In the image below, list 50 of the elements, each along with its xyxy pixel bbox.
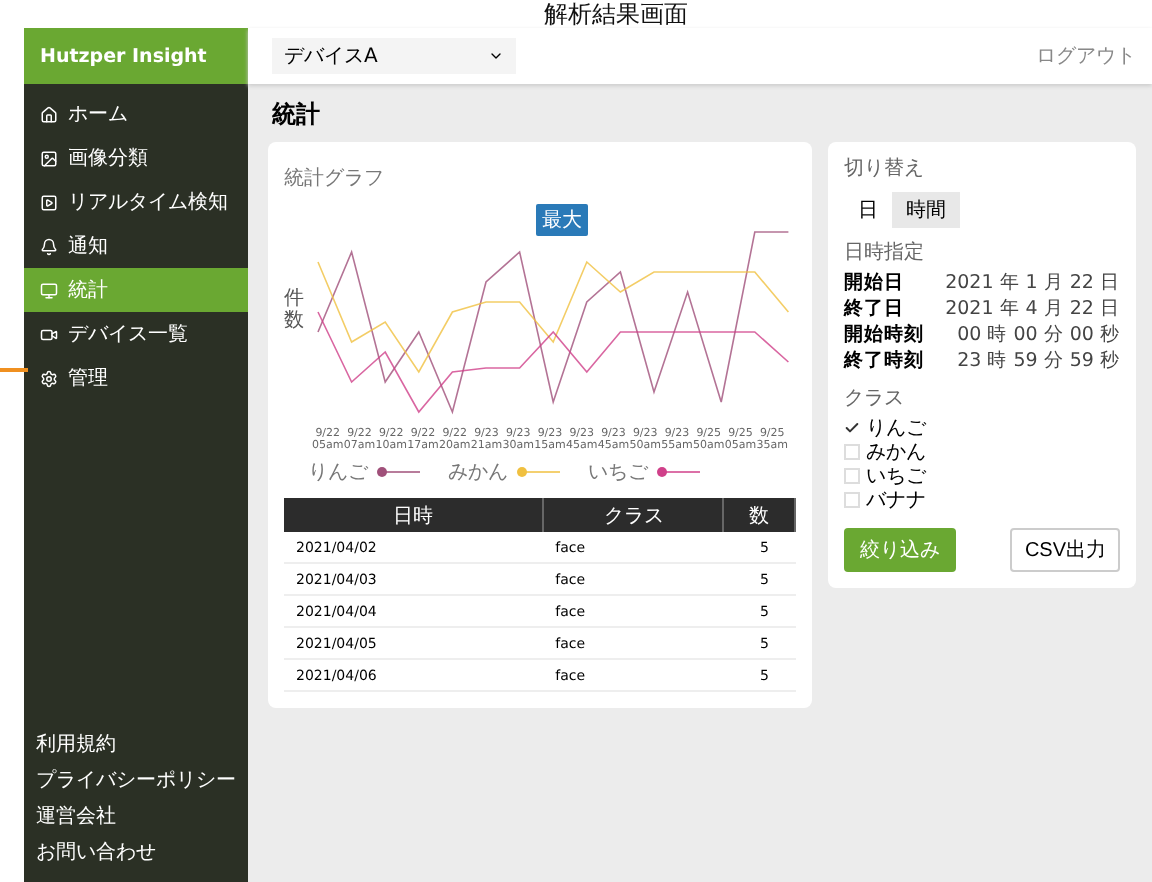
monitor-icon <box>40 281 58 299</box>
home-icon <box>40 105 58 123</box>
field-label: 開始時刻 <box>844 322 924 348</box>
checkbox-label: いちご <box>866 464 926 490</box>
unit-toggle[interactable]: 時間 <box>892 192 960 228</box>
legend-label: いちご <box>588 460 648 487</box>
date-field[interactable]: 23 時 59 分 59 秒 <box>957 348 1120 374</box>
field-label: 開始日 <box>844 270 904 296</box>
play-icon <box>40 193 58 211</box>
column-header: 日時 <box>284 498 544 533</box>
checkbox[interactable] <box>844 420 860 436</box>
date-field[interactable]: 2021 年 4 月 22 日 <box>945 296 1120 322</box>
sidebar-item[interactable]: 管理 <box>24 356 248 400</box>
axis-label: 件数 <box>284 288 304 332</box>
sidebar-item[interactable]: デバイス一覧 <box>24 312 248 356</box>
app-logo: Hutzper Insight <box>24 28 248 84</box>
legend-label: みかん <box>448 460 508 487</box>
csv-button[interactable]: CSV出力 <box>1010 528 1120 572</box>
device-select[interactable]: デバイスA <box>272 38 516 74</box>
checkbox-label: みかん <box>866 440 926 466</box>
camera-icon <box>40 325 58 343</box>
checkbox-label: りんご <box>866 416 926 442</box>
footer-link[interactable]: 運営会社 <box>36 802 248 830</box>
field-label: 終了日 <box>844 296 904 322</box>
chart-title: 統計グラフ <box>284 168 384 190</box>
gear-icon <box>40 369 58 387</box>
sidebar-item[interactable]: リアルタイム検知 <box>24 180 248 224</box>
column-header: 数 <box>723 498 795 533</box>
footer-link[interactable]: 利用規約 <box>36 730 248 758</box>
section-label: 切り替え <box>844 155 926 182</box>
field-label: 終了時刻 <box>844 348 924 374</box>
sidebar-item[interactable]: ホーム <box>24 92 248 136</box>
column-header: クラス <box>543 498 724 533</box>
sidebar-item[interactable]: 画像分類 <box>24 136 248 180</box>
date-field[interactable]: 2021 年 1 月 22 日 <box>945 270 1120 296</box>
logout-link[interactable]: ログアウト <box>1036 42 1136 70</box>
page-title: 統計 <box>270 98 322 132</box>
bell-icon <box>40 237 58 255</box>
chevron-icon <box>488 48 504 64</box>
checkbox-label: バナナ <box>866 488 926 514</box>
footer-link[interactable]: プライバシーポリシー <box>36 766 248 794</box>
image-icon <box>40 149 58 167</box>
legend-label: りんご <box>308 460 368 487</box>
date-field[interactable]: 00 時 00 分 00 秒 <box>957 322 1120 348</box>
section-label: クラス <box>844 386 906 412</box>
section-label: 日時指定 <box>844 239 926 266</box>
footer-link[interactable]: お問い合わせ <box>36 838 248 866</box>
chart-tooltip: 最大 <box>536 204 588 236</box>
sidebar-item[interactable]: 通知 <box>24 224 248 268</box>
page-caption: 解析結果画面 <box>542 0 690 28</box>
